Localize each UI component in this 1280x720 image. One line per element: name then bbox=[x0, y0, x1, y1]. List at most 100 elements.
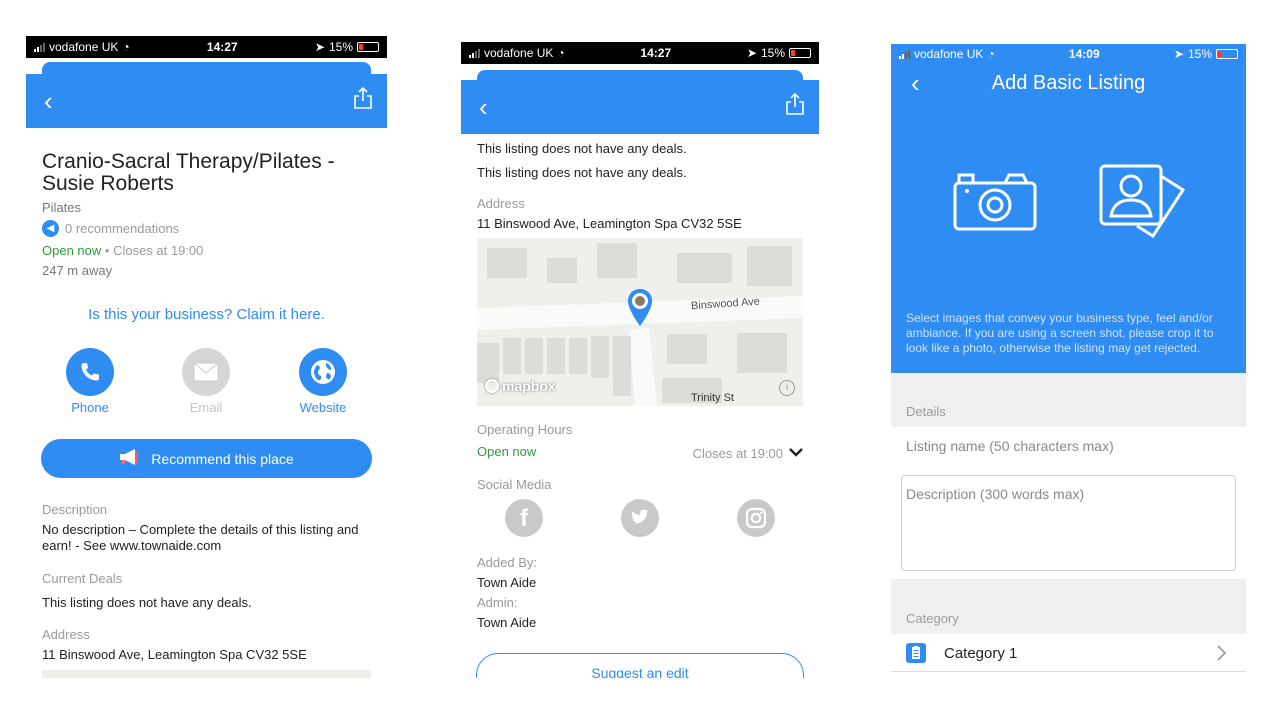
phone-screen-listing-top: vodafone UK ◔ 14:27 ➤ 15% ‹ Cranio-Sacra… bbox=[26, 36, 387, 678]
address-text: 11 Binswood Ave, Leamington Spa CV32 5SE bbox=[477, 216, 742, 231]
status-time: 14:09 bbox=[1068, 47, 1100, 61]
address-label: Address bbox=[477, 196, 525, 211]
status-bar: vodafone UK ◔ 14:27 ➤ 15% bbox=[461, 42, 819, 64]
mapbox-logo: mapbox bbox=[485, 378, 556, 394]
hours-row: Open now • Closes at 19:00 bbox=[42, 243, 203, 258]
chevron-down-icon bbox=[789, 444, 803, 462]
battery-icon bbox=[357, 42, 379, 52]
battery-percent: 15% bbox=[328, 40, 353, 54]
instagram-icon[interactable] bbox=[737, 499, 775, 537]
added-by-value: Town Aide bbox=[477, 575, 537, 590]
info-icon[interactable]: i bbox=[779, 380, 795, 396]
added-by-label: Added By: bbox=[477, 555, 537, 570]
location-icon: ➤ bbox=[1173, 47, 1184, 61]
battery-icon bbox=[1216, 49, 1238, 59]
details-section-header: Details bbox=[891, 373, 1246, 427]
suggest-edit-label: Suggest an edit bbox=[591, 665, 689, 678]
twitter-icon[interactable] bbox=[621, 499, 659, 537]
status-time: 14:27 bbox=[640, 46, 672, 60]
admin-value: Town Aide bbox=[477, 615, 537, 630]
phone-action[interactable]: Phone bbox=[66, 348, 114, 415]
recommend-button-label: Recommend this place bbox=[151, 450, 294, 467]
category-row[interactable]: Category 1 bbox=[891, 634, 1246, 672]
phone-label: Phone bbox=[71, 400, 109, 415]
image-hint-text: Select images that convey your business … bbox=[906, 311, 1214, 355]
recommend-button[interactable]: Recommend this place bbox=[41, 439, 372, 478]
open-now-status: Open now bbox=[42, 243, 102, 258]
map-pin-icon[interactable] bbox=[627, 288, 653, 333]
battery-percent: 15% bbox=[760, 46, 785, 60]
battery-icon bbox=[789, 48, 811, 58]
recommendations-count: 0 recommendations bbox=[65, 221, 180, 236]
phone-icon[interactable] bbox=[66, 348, 114, 396]
description-section: Description (300 words max) bbox=[891, 465, 1246, 579]
share-icon[interactable] bbox=[785, 92, 805, 121]
hours-dropdown[interactable]: Closes at 19:00 bbox=[693, 444, 803, 462]
listing-name-input[interactable]: Listing name (50 characters max) bbox=[891, 427, 1246, 465]
deals-text: This listing does not have any deals. bbox=[477, 141, 687, 156]
admin-label: Admin: bbox=[477, 595, 518, 610]
map-view[interactable]: Binswood Ave Trinity St mapbox i bbox=[477, 238, 803, 406]
description-label: Description bbox=[42, 502, 108, 517]
listing-title: Cranio-Sacral Therapy/Pilates - Susie Ro… bbox=[42, 150, 335, 195]
nav-bar: ‹ bbox=[461, 80, 819, 134]
email-label: Email bbox=[189, 400, 223, 415]
closing-time: Closes at 19:00 bbox=[113, 243, 204, 258]
social-links: f bbox=[461, 499, 819, 539]
globe-icon[interactable] bbox=[299, 348, 347, 396]
envelope-icon bbox=[182, 348, 230, 396]
map-street-label: Trinity St bbox=[691, 392, 734, 404]
details-label: Details bbox=[906, 404, 946, 419]
hours-label: Operating Hours bbox=[477, 422, 573, 437]
nav-bar: ‹ bbox=[26, 74, 387, 128]
recommendations-row: ◀ 0 recommendations bbox=[42, 220, 179, 237]
phone-screen-add-listing: vodafone UK ◔ 14:09 ➤ 15% ‹ Add Basic Li… bbox=[891, 44, 1246, 678]
id-photo-icon[interactable] bbox=[1097, 162, 1187, 247]
closing-time: Closes at 19:00 bbox=[692, 445, 783, 461]
signal-icon bbox=[469, 48, 480, 58]
clipboard-icon bbox=[906, 643, 926, 663]
category-value: Category 1 bbox=[944, 645, 1018, 662]
share-icon[interactable] bbox=[353, 86, 373, 115]
carrier-label: vodafone UK bbox=[49, 40, 119, 54]
dot-separator: • bbox=[104, 243, 114, 258]
wifi-icon: ◔ bbox=[987, 47, 995, 61]
status-bar: vodafone UK ◔ 14:27 ➤ 15% bbox=[26, 36, 387, 58]
deals-text: This listing does not have any deals. bbox=[42, 595, 252, 610]
suggest-edit-button[interactable]: Suggest an edit bbox=[476, 653, 804, 678]
website-action[interactable]: Website bbox=[299, 348, 347, 415]
description-textarea[interactable]: Description (300 words max) bbox=[901, 475, 1236, 571]
facebook-icon[interactable]: f bbox=[505, 499, 543, 537]
wifi-icon: ◔ bbox=[122, 40, 130, 54]
open-now-status: Open now bbox=[477, 444, 537, 459]
mapbox-brand: mapbox bbox=[502, 378, 556, 394]
megaphone-icon bbox=[119, 448, 141, 469]
mapbox-icon bbox=[485, 379, 499, 393]
back-chevron-icon[interactable]: ‹ bbox=[479, 94, 488, 120]
listing-category: Pilates bbox=[42, 200, 82, 215]
signal-icon bbox=[899, 49, 910, 59]
screen-title: Add Basic Listing bbox=[991, 72, 1146, 94]
description-text: No description – Complete the details of… bbox=[42, 522, 359, 553]
description-placeholder: Description (300 words max) bbox=[906, 486, 1085, 502]
carrier-label: vodafone UK bbox=[914, 47, 984, 61]
distance: 247 m away bbox=[42, 263, 113, 278]
location-icon: ➤ bbox=[746, 46, 757, 60]
signal-icon bbox=[34, 42, 45, 52]
chevron-right-icon bbox=[1216, 645, 1227, 666]
claim-business-link[interactable]: Is this your business? Claim it here. bbox=[26, 306, 387, 323]
address-label: Address bbox=[42, 627, 90, 642]
wifi-icon: ◔ bbox=[557, 46, 565, 60]
status-time: 14:27 bbox=[206, 40, 238, 54]
map-peek bbox=[42, 670, 371, 678]
listing-name-placeholder: Listing name (50 characters max) bbox=[906, 438, 1114, 454]
category-section-header: Category bbox=[891, 579, 1246, 634]
header-area: vodafone UK ◔ 14:09 ➤ 15% ‹ Add Basic Li… bbox=[891, 44, 1246, 373]
website-label: Website bbox=[299, 400, 347, 415]
carrier-label: vodafone UK bbox=[484, 46, 554, 60]
phone-screen-listing-details: vodafone UK ◔ 14:27 ➤ 15% ‹ This listing… bbox=[461, 42, 819, 678]
battery-percent: 15% bbox=[1187, 47, 1212, 61]
location-icon: ➤ bbox=[314, 40, 325, 54]
camera-icon[interactable] bbox=[951, 169, 1039, 238]
back-chevron-icon[interactable]: ‹ bbox=[44, 88, 53, 114]
